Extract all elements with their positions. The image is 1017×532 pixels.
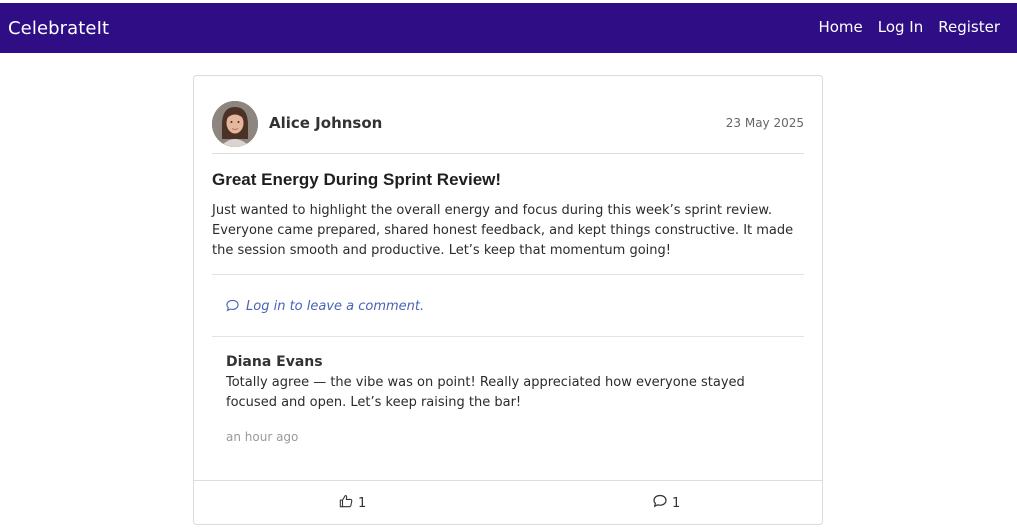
top-navbar: CelebrateIt Home Log In Register	[0, 3, 1017, 53]
author-avatar	[212, 101, 258, 147]
comment-timestamp: an hour ago	[226, 430, 299, 444]
post-title: Great Energy During Sprint Review!	[212, 170, 502, 189]
nav-home-link[interactable]: Home	[818, 18, 862, 36]
post-card: Alice Johnson 23 May 2025 Great Energy D…	[193, 75, 823, 525]
comment-author-name[interactable]: Diana Evans	[226, 354, 323, 370]
comment-divider	[212, 336, 804, 337]
nav-register-link[interactable]: Register	[938, 18, 1000, 36]
header-divider	[212, 153, 804, 154]
comment-button[interactable]: 1	[653, 494, 680, 512]
comment-count: 1	[672, 495, 681, 511]
body-divider	[212, 274, 804, 275]
login-to-comment-link[interactable]: Log in to leave a comment.	[246, 299, 424, 314]
post-body: Just wanted to highlight the overall ene…	[212, 203, 794, 258]
post-author-name[interactable]: Alice Johnson	[269, 114, 382, 132]
footer-divider	[194, 480, 822, 481]
post-date: 23 May 2025	[725, 116, 804, 130]
login-to-comment[interactable]: Log in to leave a comment.	[226, 297, 424, 316]
chat-bubble-icon	[653, 494, 667, 512]
main-nav: Home Log In Register	[818, 18, 1000, 36]
brand-logo[interactable]: CelebrateIt	[8, 18, 109, 39]
thumbs-up-icon	[339, 494, 353, 512]
like-button[interactable]: 1	[339, 494, 366, 512]
nav-login-link[interactable]: Log In	[878, 18, 924, 36]
like-count: 1	[358, 495, 367, 511]
chat-bubble-icon	[226, 297, 239, 316]
comment-text: Totally agree — the vibe was on point! R…	[226, 375, 745, 410]
